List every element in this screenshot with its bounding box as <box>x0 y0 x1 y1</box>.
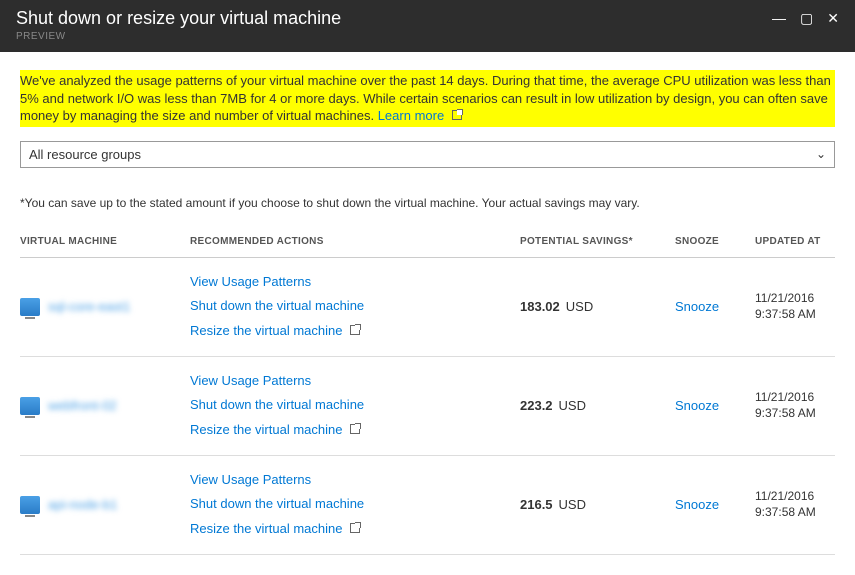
preview-badge: PREVIEW <box>16 31 341 42</box>
table-row: api-node-b1 View Usage Patterns Shut dow… <box>20 455 835 554</box>
titlebar: Shut down or resize your virtual machine… <box>0 0 855 52</box>
savings-amount: 216.5 <box>520 497 553 512</box>
snooze-link[interactable]: Snooze <box>675 497 719 512</box>
snooze-link[interactable]: Snooze <box>675 398 719 413</box>
shutdown-link[interactable]: Shut down the virtual machine <box>190 393 512 418</box>
snooze-link[interactable]: Snooze <box>675 299 719 314</box>
savings-currency: USD <box>559 497 586 512</box>
updated-at: 11/21/20169:37:58 AM <box>755 455 835 554</box>
table-row: sql-core-east1 View Usage Patterns Shut … <box>20 257 835 356</box>
close-icon[interactable]: ✕ <box>827 10 839 27</box>
savings-amount: 183.02 <box>520 299 560 314</box>
resize-link[interactable]: Resize the virtual machine <box>190 418 512 443</box>
minimize-icon[interactable]: — <box>772 10 786 27</box>
table-row: webfront-02 View Usage Patterns Shut dow… <box>20 356 835 455</box>
updated-at: 11/21/20169:37:58 AM <box>755 257 835 356</box>
chevron-down-icon: ⌄ <box>816 147 826 161</box>
savings-footnote: *You can save up to the stated amount if… <box>20 196 835 210</box>
shutdown-link[interactable]: Shut down the virtual machine <box>190 294 512 319</box>
learn-more-link[interactable]: Learn more <box>378 108 462 123</box>
column-header-actions: RECOMMENDED ACTIONS <box>190 226 520 258</box>
vm-name[interactable]: sql-core-east1 <box>48 299 130 314</box>
analysis-summary: We've analyzed the usage patterns of you… <box>20 70 835 127</box>
external-link-icon <box>350 424 360 434</box>
dropdown-selected: All resource groups <box>29 147 141 162</box>
external-link-icon <box>350 523 360 533</box>
column-header-savings: POTENTIAL SAVINGS* <box>520 226 675 258</box>
shutdown-link[interactable]: Shut down the virtual machine <box>190 492 512 517</box>
savings-amount: 223.2 <box>520 398 553 413</box>
savings-currency: USD <box>566 299 593 314</box>
column-header-snooze: SNOOZE <box>675 226 755 258</box>
vm-name[interactable]: api-node-b1 <box>48 497 117 512</box>
vm-name[interactable]: webfront-02 <box>48 398 117 413</box>
resize-link[interactable]: Resize the virtual machine <box>190 517 512 542</box>
external-link-icon <box>350 325 360 335</box>
vm-icon <box>20 397 40 415</box>
updated-at: 11/21/20169:37:58 AM <box>755 356 835 455</box>
view-usage-link[interactable]: View Usage Patterns <box>190 270 512 295</box>
vm-icon <box>20 298 40 316</box>
savings-currency: USD <box>559 398 586 413</box>
maximize-icon[interactable]: ▢ <box>800 10 813 27</box>
external-link-icon <box>452 110 462 120</box>
view-usage-link[interactable]: View Usage Patterns <box>190 369 512 394</box>
column-header-vm: VIRTUAL MACHINE <box>20 226 190 258</box>
resize-link[interactable]: Resize the virtual machine <box>190 319 512 344</box>
page-title: Shut down or resize your virtual machine <box>16 8 341 29</box>
column-header-updated: UPDATED AT <box>755 226 835 258</box>
resource-group-dropdown[interactable]: All resource groups ⌄ <box>20 141 835 168</box>
vm-recommendations-table: VIRTUAL MACHINE RECOMMENDED ACTIONS POTE… <box>20 226 835 555</box>
view-usage-link[interactable]: View Usage Patterns <box>190 468 512 493</box>
vm-icon <box>20 496 40 514</box>
